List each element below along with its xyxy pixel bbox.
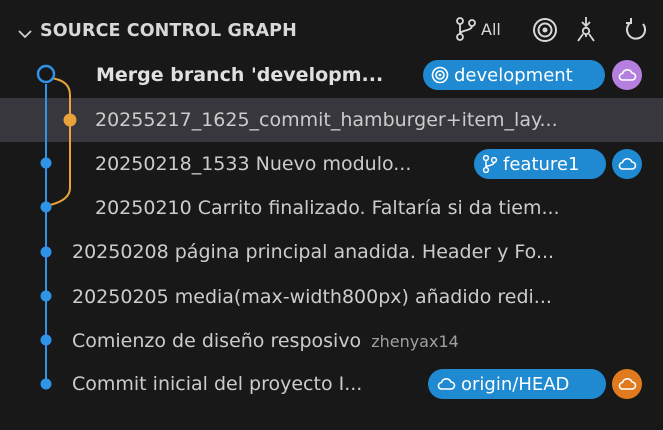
all-branches-label: All	[481, 19, 501, 39]
commit-message: Commit inicial del proyecto I...	[72, 373, 363, 395]
ref-pill-feature1[interactable]: feature1	[474, 149, 606, 179]
commit-row[interactable]: Comienzo de diseño resposivo zhenyax14	[0, 319, 663, 363]
commit-message: Merge branch 'developm...	[96, 64, 384, 86]
commit-row[interactable]: Merge branch 'developm... development	[0, 53, 663, 97]
commit-message-wrap: Comienzo de diseño resposivo zhenyax14	[72, 330, 459, 352]
commit-message: 20250210 Carrito finalizado. Faltaría si…	[95, 197, 560, 219]
cloud-icon	[618, 158, 637, 170]
branch-icon	[482, 154, 498, 174]
commit-row[interactable]: 20250210 Carrito finalizado. Faltaría si…	[0, 186, 663, 230]
commit-message: Comienzo de diseño resposivo	[72, 330, 362, 352]
section-title: SOURCE CONTROL GRAPH	[40, 21, 297, 41]
commit-author: zhenyax14	[371, 332, 459, 351]
scm-graph-header[interactable]: SOURCE CONTROL GRAPH All	[0, 8, 663, 58]
commit-row[interactable]: 20250218_1533 Nuevo modulo... feature1	[0, 142, 663, 186]
remote-badge[interactable]	[612, 369, 642, 399]
ref-pill-development[interactable]: development	[423, 60, 605, 90]
remote-badge[interactable]	[612, 149, 642, 179]
commit-row[interactable]: 20250208 página principal anadida. Heade…	[0, 230, 663, 274]
ref-pill-origin-head[interactable]: origin/HEAD	[428, 369, 606, 399]
ref-label: development	[454, 64, 573, 86]
ref-label: feature1	[503, 153, 580, 175]
commit-message: 20255217_1625_commit_hamburger+item_lay.…	[95, 109, 558, 131]
commit-row[interactable]: 20255217_1625_commit_hamburger+item_lay.…	[0, 98, 663, 142]
commit-row[interactable]: 20250205 media(max-width800px) añadido r…	[0, 275, 663, 319]
commit-row[interactable]: Commit inicial del proyecto I... origin/…	[0, 362, 663, 406]
refresh-icon[interactable]	[623, 17, 649, 43]
commit-message: 20250218_1533 Nuevo modulo...	[95, 153, 412, 175]
cloud-icon	[618, 69, 637, 81]
target-icon	[431, 66, 449, 84]
ref-label: origin/HEAD	[461, 373, 570, 395]
cloud-icon	[437, 378, 456, 390]
remote-badge[interactable]	[612, 60, 642, 90]
cloud-icon	[618, 378, 637, 390]
chevron-down-icon[interactable]	[16, 25, 34, 43]
target-icon[interactable]	[532, 17, 558, 43]
fetch-icon[interactable]	[575, 16, 597, 44]
commit-message: 20250208 página principal anadida. Heade…	[72, 241, 555, 263]
branch-filter-button[interactable]: All	[455, 16, 501, 42]
branch-icon	[456, 17, 476, 41]
commit-message: 20250205 media(max-width800px) añadido r…	[72, 286, 552, 308]
